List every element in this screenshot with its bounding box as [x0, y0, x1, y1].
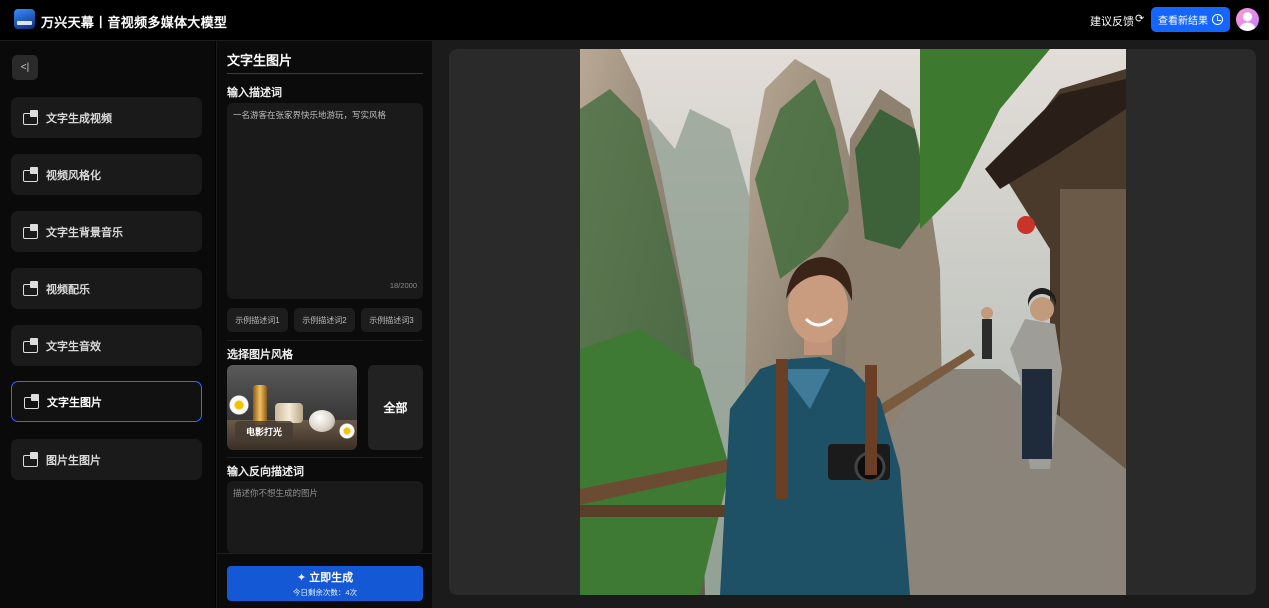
sidebar-item-video-style[interactable]: 视频风格化: [11, 154, 202, 195]
collapse-sidebar-button[interactable]: <|: [12, 55, 38, 80]
prompt-value: 一名游客在张家界快乐地游玩，写实风格: [233, 110, 387, 120]
negative-prompt-label: 输入反向描述词: [227, 466, 304, 478]
settings-panel: 文字生图片 输入描述词 一名游客在张家界快乐地游玩，写实风格 18/2000 示…: [216, 41, 433, 608]
clock-icon: [1212, 14, 1223, 25]
feedback-link[interactable]: 建议反馈: [1090, 13, 1134, 29]
sidebar-item-image-to-image[interactable]: 图片生图片: [11, 439, 202, 480]
app-title: 万兴天幕丨音视频多媒体大模型: [41, 15, 228, 30]
sidebar-item-text-to-image[interactable]: 文字生图片: [11, 381, 202, 422]
prompt-counter: 18/2000: [389, 281, 417, 290]
panel-title: 文字生图片: [227, 53, 293, 68]
sidebar-item-label: 文字生成视频: [46, 112, 112, 125]
remaining-count: 今日剩余次数：4次: [292, 588, 358, 597]
media-icon: [24, 394, 41, 409]
app-logo-icon: [14, 9, 35, 29]
media-icon: [23, 452, 40, 467]
sidebar-item-label: 文字生音效: [46, 340, 101, 353]
section-divider: [227, 457, 423, 458]
result-canvas: [449, 49, 1256, 595]
section-divider: [227, 340, 423, 341]
prompt-input[interactable]: 一名游客在张家界快乐地游玩，写实风格: [227, 103, 423, 299]
generate-button[interactable]: ✦ 立即生成 今日剩余次数：4次: [227, 566, 423, 601]
media-icon: [23, 281, 40, 296]
media-icon: [23, 167, 40, 182]
generate-main: ✦ 立即生成: [297, 569, 353, 585]
generated-image-illustration: [580, 49, 1126, 595]
jar-icon: [309, 410, 335, 432]
sparkle-icon: ✦: [296, 571, 307, 584]
bottle-icon: [253, 385, 267, 425]
sidebar-item-video-soundtrack[interactable]: 视频配乐: [11, 268, 202, 309]
jar-icon: [275, 403, 303, 423]
all-styles-button[interactable]: 全部: [368, 365, 423, 450]
sidebar-item-label: 视频配乐: [46, 283, 90, 296]
flower-icon: [229, 395, 249, 415]
example-prompt-1-button[interactable]: 示例描述词1: [227, 308, 288, 332]
style-card-cinematic[interactable]: 电影打光: [227, 365, 357, 450]
prompt-label: 输入描述词: [227, 87, 282, 99]
sidebar-item-label: 视频风格化: [46, 169, 101, 182]
user-avatar[interactable]: [1236, 8, 1259, 31]
style-label: 选择图片风格: [227, 349, 293, 361]
style-card-label: 电影打光: [235, 421, 293, 442]
generate-bar: ✦ 立即生成 今日剩余次数：4次: [217, 553, 433, 608]
generate-label: 立即生成: [309, 572, 354, 584]
negative-prompt-placeholder: 描述你不想生成的图片: [233, 488, 319, 498]
sidebar-item-text-to-music[interactable]: 文字生背景音乐: [11, 211, 202, 252]
sidebar-item-label: 图片生图片: [46, 454, 101, 467]
media-icon: [23, 338, 40, 353]
sidebar-item-text-to-sfx[interactable]: 文字生音效: [11, 325, 202, 366]
view-results-button[interactable]: 查看新结果: [1151, 7, 1230, 32]
generated-image[interactable]: [580, 49, 1126, 595]
view-results-label: 查看新结果: [1158, 16, 1208, 27]
result-area: [432, 41, 1269, 608]
negative-prompt-input[interactable]: 描述你不想生成的图片: [227, 481, 423, 553]
sidebar: <| 文字生成视频 视频风格化 文字生背景音乐 视频配乐 文字生音效 文字生图片…: [0, 41, 215, 608]
example-prompt-3-button[interactable]: 示例描述词3: [361, 308, 422, 332]
flower-icon: [339, 423, 355, 439]
title-divider: [227, 73, 423, 74]
sidebar-item-label: 文字生图片: [47, 396, 102, 409]
example-prompt-2-button[interactable]: 示例描述词2: [294, 308, 355, 332]
refresh-icon[interactable]: ⟳: [1135, 12, 1144, 25]
media-icon: [23, 110, 40, 125]
sidebar-item-label: 文字生背景音乐: [46, 226, 123, 239]
sidebar-item-text-to-video[interactable]: 文字生成视频: [11, 97, 202, 138]
media-icon: [23, 224, 40, 239]
top-bar: 万兴天幕丨音视频多媒体大模型 建议反馈 ⟳ 查看新结果: [0, 0, 1269, 41]
